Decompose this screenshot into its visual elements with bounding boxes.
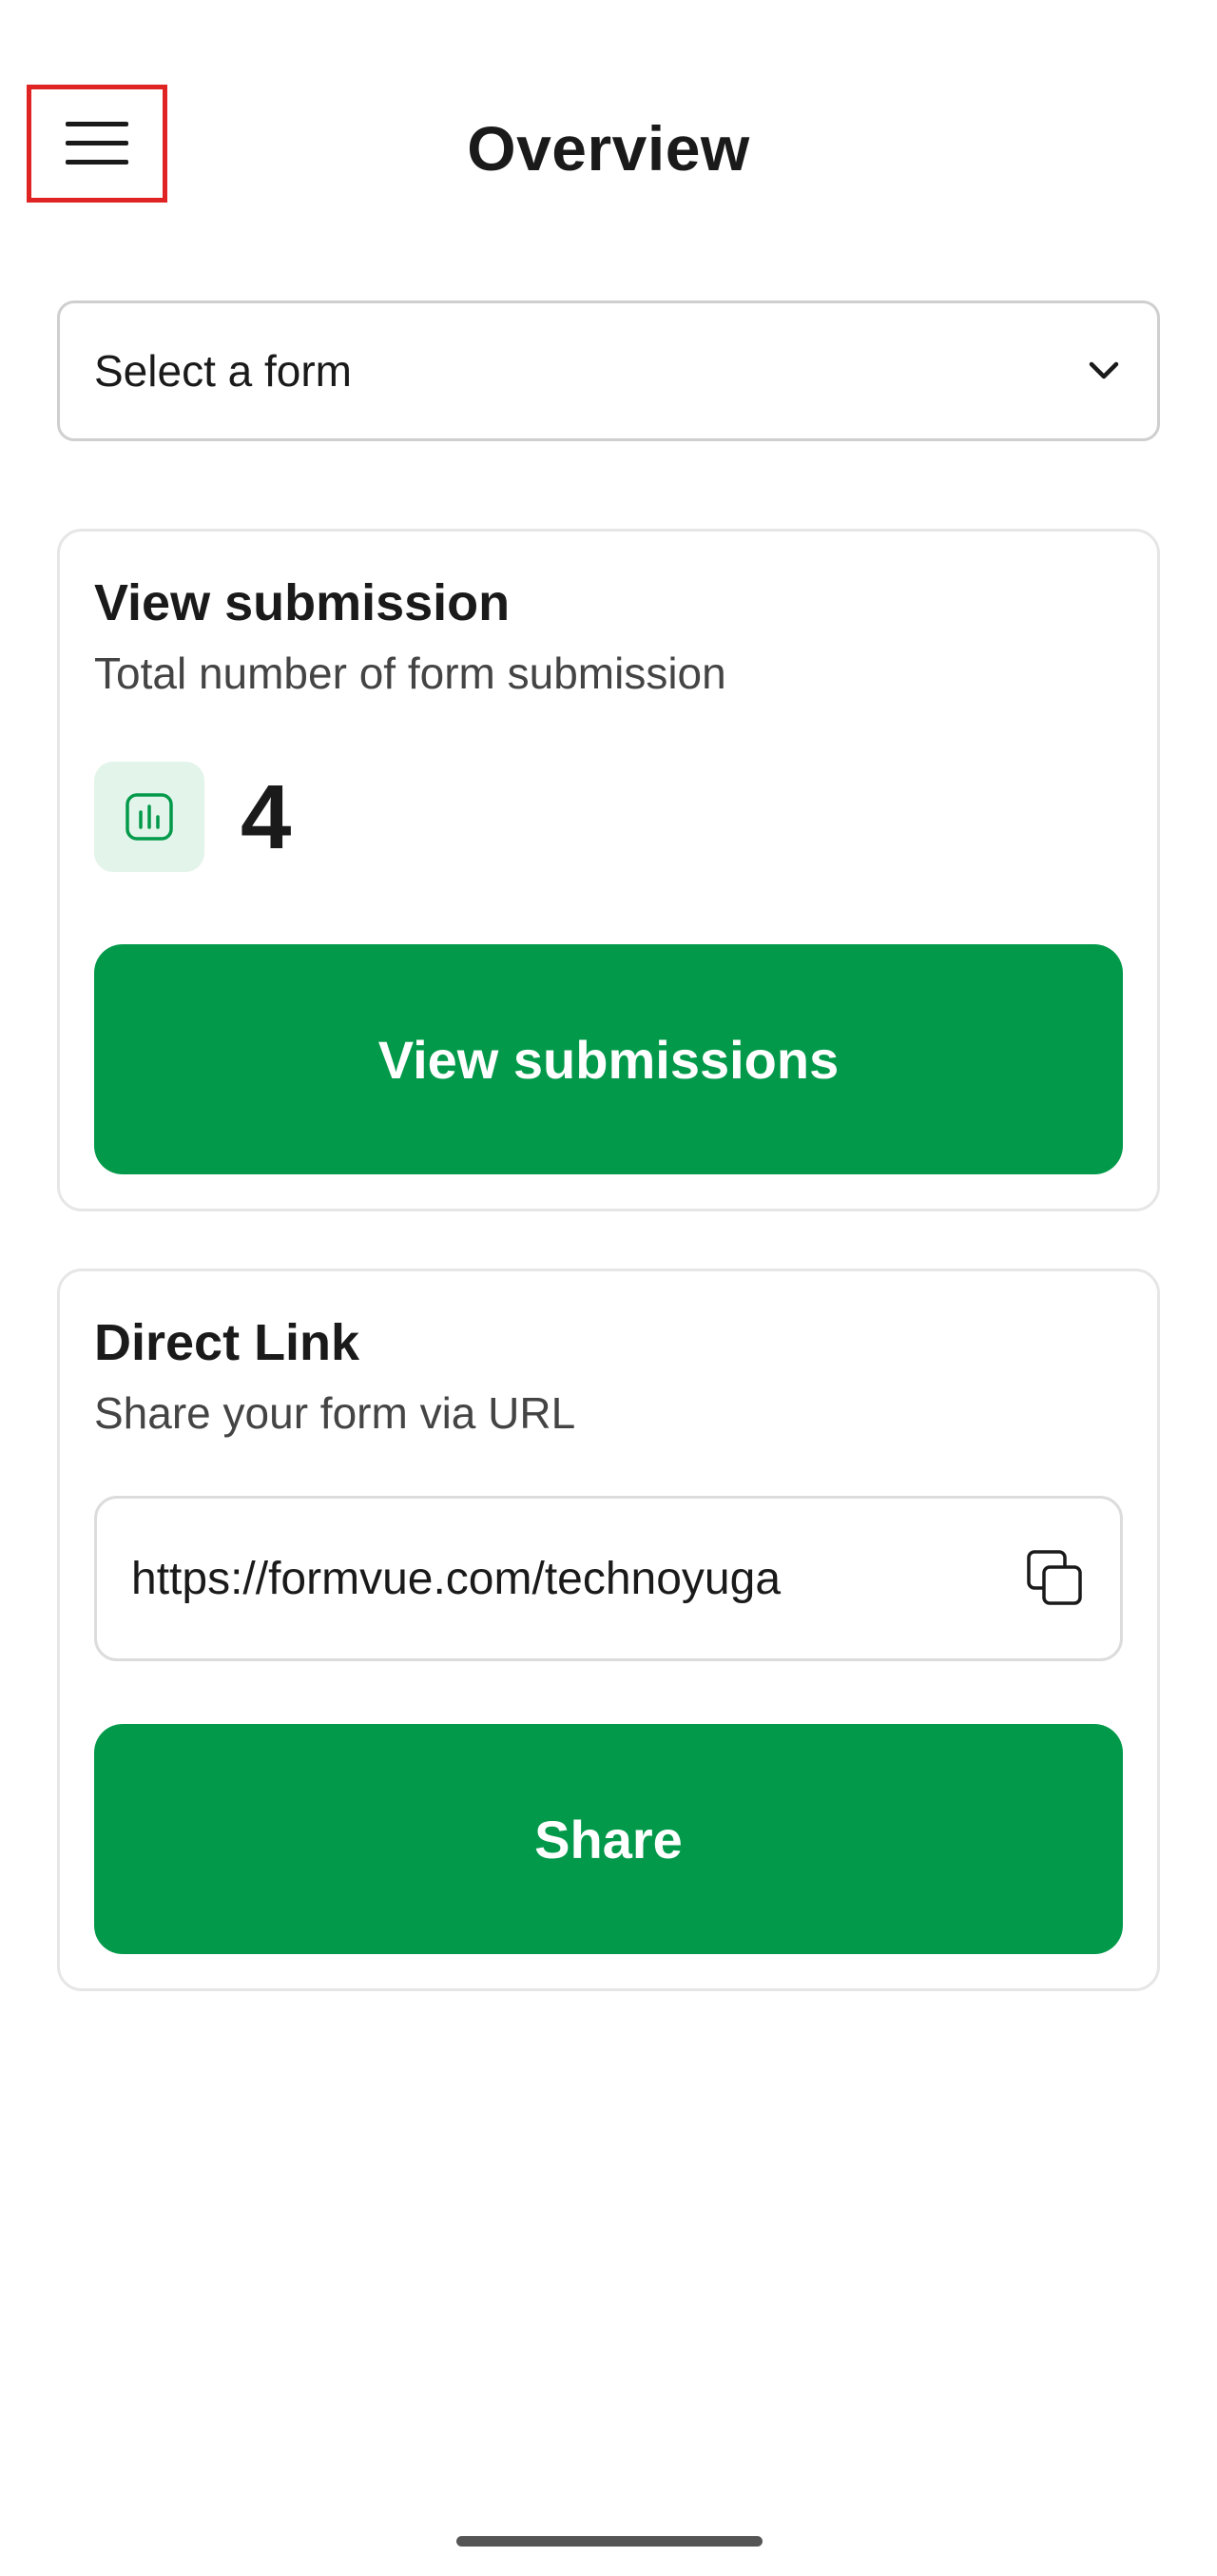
share-button[interactable]: Share	[94, 1724, 1123, 1954]
submission-card-title: View submission	[94, 574, 511, 631]
direct-link-card: Direct Link Share your form via URL http…	[57, 1269, 1160, 1991]
form-select-value: Select a form	[94, 346, 352, 396]
form-url-text: https://formvue.com/technoyuga	[131, 1553, 782, 1604]
home-indicator[interactable]	[456, 2536, 763, 2547]
view-submissions-button[interactable]: View submissions	[94, 944, 1123, 1174]
submission-count: 4	[241, 766, 292, 868]
bar-chart-icon	[94, 762, 204, 872]
chevron-down-icon	[1085, 352, 1123, 390]
form-url-field[interactable]: https://formvue.com/technoyuga	[94, 1496, 1123, 1661]
page-title: Overview	[467, 113, 750, 184]
form-select-dropdown[interactable]: Select a form	[57, 300, 1160, 441]
app-header: Overview	[0, 0, 1217, 300]
submission-card: View submission Total number of form sub…	[57, 529, 1160, 1211]
direct-link-subtitle: Share your form via URL	[94, 1388, 576, 1438]
submission-card-subtitle: Total number of form submission	[94, 649, 726, 698]
direct-link-title: Direct Link	[94, 1314, 360, 1371]
copy-icon[interactable]	[1025, 1548, 1086, 1609]
